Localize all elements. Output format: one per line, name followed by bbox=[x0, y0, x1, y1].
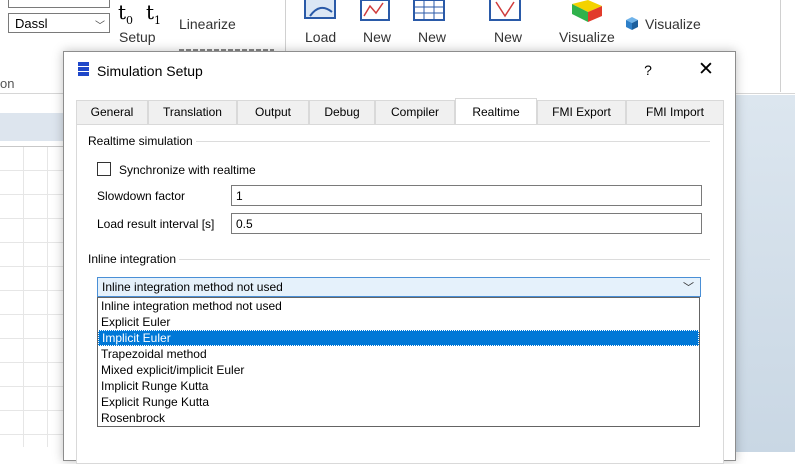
inline-integration-options: Inline integration method not used Expli… bbox=[97, 297, 700, 427]
synchronize-checkbox[interactable] bbox=[97, 162, 111, 176]
stop-time-icon[interactable]: t1 bbox=[146, 0, 161, 27]
diagram-grid bbox=[0, 147, 64, 447]
ribbon-combo-top bbox=[8, 0, 110, 8]
t0-symbol: t bbox=[118, 0, 127, 24]
option-implicit-runge-kutta[interactable]: Implicit Runge Kutta bbox=[98, 378, 699, 394]
realtime-group-title: Realtime simulation bbox=[88, 134, 196, 148]
dialog-title: Simulation Setup bbox=[97, 63, 203, 79]
app-icon bbox=[78, 62, 89, 76]
slowdown-label: Slowdown factor bbox=[97, 189, 186, 203]
solver-select[interactable]: Dassl ﹀ bbox=[8, 13, 110, 33]
start-time-icon[interactable]: t0 bbox=[118, 0, 133, 27]
load-interval-input[interactable]: 0.5 bbox=[231, 213, 702, 234]
inline-integration-select[interactable]: Inline integration method not used ﹀ bbox=[97, 277, 701, 297]
slowdown-input[interactable]: 1 bbox=[231, 185, 702, 206]
linearize-button[interactable]: Linearize bbox=[179, 16, 236, 32]
new-table-icon[interactable] bbox=[412, 0, 452, 22]
ribbon-group-label: on bbox=[0, 76, 15, 91]
tab-general[interactable]: General bbox=[76, 100, 148, 124]
new-plot-button[interactable]: New bbox=[363, 29, 391, 45]
option-mixed-euler[interactable]: Mixed explicit/implicit Euler bbox=[98, 362, 699, 378]
chevron-down-icon: ﹀ bbox=[683, 282, 694, 294]
option-explicit-euler[interactable]: Explicit Euler bbox=[98, 314, 699, 330]
synchronize-label: Synchronize with realtime bbox=[119, 163, 256, 177]
ribbon-separator-right bbox=[780, 0, 781, 92]
group-divider bbox=[88, 259, 710, 260]
t0-subscript: 0 bbox=[126, 14, 134, 27]
new-table-button[interactable]: New bbox=[418, 29, 446, 45]
tab-translation[interactable]: Translation bbox=[148, 100, 237, 124]
inline-group-title: Inline integration bbox=[88, 252, 180, 266]
help-button[interactable]: ? bbox=[630, 55, 666, 85]
t1-symbol: t bbox=[146, 0, 155, 24]
t1-subscript: 1 bbox=[154, 14, 162, 27]
new-diagram-icon[interactable] bbox=[488, 0, 524, 22]
tab-debug[interactable]: Debug bbox=[309, 100, 375, 124]
visualize-small-button[interactable]: Visualize bbox=[645, 16, 701, 32]
right-pane bbox=[736, 95, 795, 452]
visualize-3d-icon[interactable] bbox=[566, 0, 606, 24]
tab-fmi-export[interactable]: FMI Export bbox=[537, 100, 626, 124]
visualize-small-icon bbox=[626, 17, 638, 30]
option-implicit-euler[interactable]: Implicit Euler bbox=[98, 330, 699, 346]
inline-integration-value: Inline integration method not used bbox=[102, 280, 283, 294]
option-trapezoidal[interactable]: Trapezoidal method bbox=[98, 346, 699, 362]
tab-realtime[interactable]: Realtime bbox=[455, 98, 537, 125]
left-pane bbox=[0, 95, 64, 452]
visualize-button[interactable]: Visualize bbox=[559, 29, 615, 45]
tab-output[interactable]: Output bbox=[237, 100, 309, 124]
option-explicit-runge-kutta[interactable]: Explicit Runge Kutta bbox=[98, 394, 699, 410]
left-pane-header bbox=[0, 113, 64, 141]
tab-compiler[interactable]: Compiler bbox=[375, 100, 455, 124]
option-not-used[interactable]: Inline integration method not used bbox=[98, 298, 699, 314]
new-plot-icon[interactable] bbox=[359, 0, 395, 22]
load-interval-label: Load result interval [s] bbox=[97, 217, 215, 231]
close-button[interactable]: ✕ bbox=[684, 55, 728, 85]
new-diagram-button[interactable]: New bbox=[494, 29, 522, 45]
chevron-down-icon: ﹀ bbox=[95, 21, 105, 32]
tab-fmi-import[interactable]: FMI Import bbox=[626, 100, 724, 124]
option-rosenbrock[interactable]: Rosenbrock bbox=[98, 410, 699, 426]
setup-button[interactable]: Setup bbox=[119, 29, 156, 45]
solver-value: Dassl bbox=[15, 16, 48, 31]
load-button[interactable]: Load bbox=[305, 29, 336, 45]
load-icon[interactable] bbox=[302, 0, 338, 22]
